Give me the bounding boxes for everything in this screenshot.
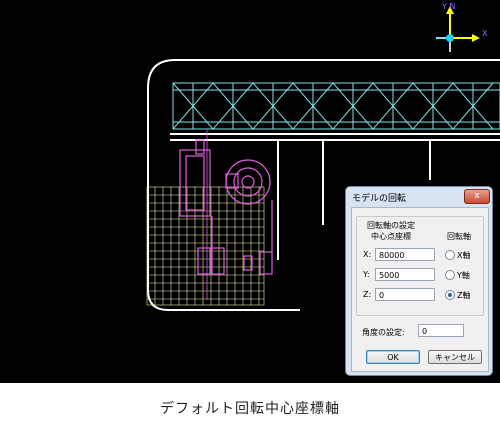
- field-x-label: X:: [363, 250, 372, 259]
- dialog-title: モデルの回転: [352, 194, 407, 204]
- angle-label: 角度の設定:: [362, 328, 405, 337]
- close-button[interactable]: x: [464, 189, 490, 204]
- axis-z-radio-label: Z軸: [457, 291, 471, 300]
- center-x-input[interactable]: 80000: [375, 248, 435, 261]
- axis-x-radio[interactable]: [445, 250, 455, 260]
- axis-y-label: Y N: [441, 2, 455, 11]
- center-y-input[interactable]: 5000: [375, 268, 435, 281]
- group-title: 回転軸の設定: [365, 220, 417, 231]
- ok-button[interactable]: OK: [366, 350, 420, 364]
- cancel-button[interactable]: キャンセル: [428, 350, 482, 364]
- dialog-body: 回転軸の設定 中心点座標 回転軸 X: 80000 Y: 5000 Z: 0 X…: [351, 207, 489, 372]
- angle-input[interactable]: 0: [418, 324, 464, 337]
- field-z-label: Z:: [363, 290, 372, 299]
- axis-x-radio-label: X軸: [457, 251, 471, 260]
- figure-caption: デフォルト回転中心座標軸: [160, 401, 340, 417]
- axis-y-radio[interactable]: [445, 270, 455, 280]
- equipment: [179, 139, 273, 275]
- center-z-input[interactable]: 0: [375, 288, 435, 301]
- rotate-model-dialog: モデルの回転 x 回転軸の設定 中心点座標 回転軸 X: 80000 Y: 50…: [345, 186, 493, 376]
- cad-canvas[interactable]: Y N X モデルの回転 x 回転軸の設定 中心点座標 回転軸 X: 80000…: [0, 0, 500, 383]
- axis-z-radio[interactable]: [445, 290, 455, 300]
- rotation-axis-group: 回転軸の設定 中心点座標 回転軸 X: 80000 Y: 5000 Z: 0 X…: [356, 216, 484, 316]
- truss: [172, 82, 500, 130]
- axis-x-label: X: [482, 29, 488, 38]
- floor-grid: [146, 186, 265, 306]
- field-y-label: Y:: [363, 270, 370, 279]
- axis-header: 回転軸: [447, 232, 471, 241]
- center-header: 中心点座標: [371, 232, 411, 241]
- axis-indicator: Y N X: [436, 2, 488, 52]
- axis-y-radio-label: Y軸: [457, 271, 470, 280]
